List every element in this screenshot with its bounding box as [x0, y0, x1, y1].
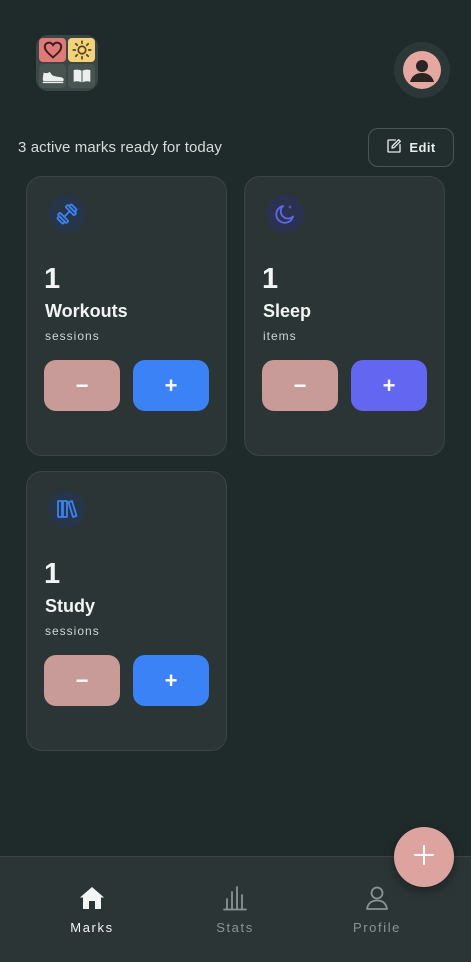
nav-item-profile[interactable]: Profile	[327, 885, 427, 935]
decrement-button[interactable]: −	[44, 360, 120, 411]
add-mark-button[interactable]	[394, 827, 454, 887]
user-icon	[403, 51, 441, 89]
mark-unit: sessions	[45, 624, 100, 638]
mark-unit: sessions	[45, 329, 100, 343]
mark-name: Sleep	[263, 301, 312, 321]
book-icon	[68, 64, 95, 88]
moon-icon	[266, 195, 304, 233]
sun-icon	[68, 38, 95, 62]
marks-screen: 3 active marks ready for today Edit 1 Wo…	[0, 0, 471, 962]
nav-item-marks[interactable]: Marks	[42, 885, 142, 935]
plus-icon	[413, 844, 435, 871]
mark-card-workouts: 1 Workouts sessions − +	[26, 176, 227, 456]
app-logo	[36, 35, 98, 91]
bar-chart-icon	[222, 885, 248, 916]
mark-card-study: 1 Study sessions − +	[26, 471, 227, 751]
profile-avatar-button[interactable]	[394, 42, 450, 98]
nav-label: Stats	[216, 920, 254, 935]
mark-count: 1	[44, 263, 61, 295]
increment-button[interactable]: +	[133, 360, 209, 411]
home-icon	[78, 885, 106, 916]
increment-button[interactable]: +	[133, 655, 209, 706]
active-marks-summary: 3 active marks ready for today	[18, 139, 222, 156]
mark-unit: items	[263, 329, 297, 343]
edit-button[interactable]: Edit	[368, 128, 454, 167]
decrement-button[interactable]: −	[262, 360, 338, 411]
mark-count: 1	[262, 263, 279, 295]
dumbbell-icon	[48, 195, 86, 233]
increment-button[interactable]: +	[351, 360, 427, 411]
sneaker-icon	[39, 64, 66, 88]
decrement-button[interactable]: −	[44, 655, 120, 706]
heart-icon	[39, 38, 66, 62]
edit-label: Edit	[409, 140, 436, 155]
nav-item-stats[interactable]: Stats	[185, 885, 285, 935]
person-icon	[364, 885, 390, 916]
mark-name: Workouts	[45, 301, 128, 321]
mark-card-sleep: 1 Sleep items − +	[244, 176, 445, 456]
nav-label: Profile	[352, 920, 402, 935]
mark-count: 1	[44, 558, 61, 590]
books-icon	[48, 490, 86, 528]
mark-name: Study	[45, 596, 96, 616]
nav-label: Marks	[70, 920, 114, 935]
edit-icon	[386, 138, 402, 157]
